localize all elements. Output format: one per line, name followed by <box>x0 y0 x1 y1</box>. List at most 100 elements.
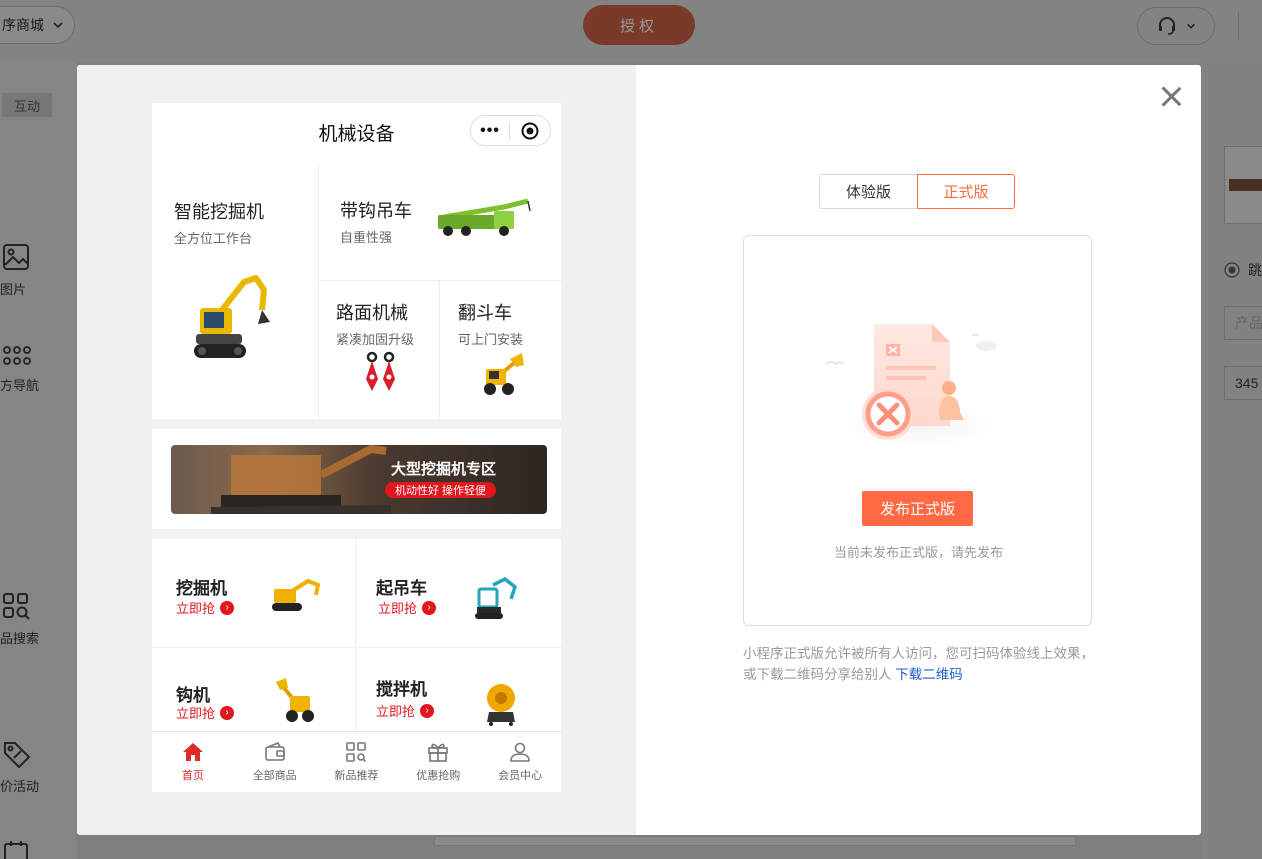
publish-modal: 机械设备 ••• 智能挖掘机 全方位工作台 带钩吊车 自重性强 路面机械 紧凑加… <box>77 65 1201 835</box>
publish-release-button[interactable]: 发布正式版 <box>862 491 973 526</box>
crane-truck-image <box>438 198 531 236</box>
banner-section: 大型挖掘机专区 机动性好 操作轻便 <box>152 429 561 529</box>
product-cell-crane[interactable]: 起吊车 立即抢 › <box>357 539 561 648</box>
header-divider <box>1238 12 1239 40</box>
banner-title: 大型挖掘机专区 <box>391 460 497 478</box>
category-title: 智能挖掘机 <box>174 202 264 222</box>
sidebar-tag[interactable]: 互动 <box>2 93 52 117</box>
tab-deals[interactable]: 优惠抢购 <box>397 732 479 792</box>
tab-home[interactable]: 首页 <box>152 732 234 792</box>
chevron-right-icon: › <box>420 703 435 718</box>
grid-search-icon <box>346 741 367 762</box>
download-qr-link[interactable]: 下载二维码 <box>895 667 963 682</box>
tab-label: 首页 <box>181 769 204 782</box>
product-excavator-image <box>272 578 321 611</box>
store-switcher-label: 序商城 <box>2 17 44 33</box>
product-title: 搅拌机 <box>376 680 427 699</box>
product-cell-excavator[interactable]: 挖掘机 立即抢 › <box>152 539 356 648</box>
loader-image <box>484 353 524 395</box>
empty-hint: 当前未发布正式版，请先发布 <box>833 545 1003 560</box>
product-title: 挖掘机 <box>176 579 227 598</box>
grid-dots-icon <box>3 346 31 365</box>
sidebar-item-search[interactable]: 品搜索 <box>0 592 77 647</box>
tab-trial-version[interactable]: 体验版 <box>819 174 917 209</box>
tab-new-arrivals[interactable]: 新品推荐 <box>316 732 398 792</box>
category-subtitle: 紧凑加固升级 <box>336 332 415 347</box>
product-mini-excavator-image <box>475 576 518 619</box>
home-icon <box>182 742 203 761</box>
tab-label: 优惠抢购 <box>416 769 461 782</box>
chevron-down-icon <box>53 22 63 29</box>
capsule-menu[interactable]: ••• <box>470 115 551 146</box>
sidebar-item-nav[interactable]: 方导航 <box>0 345 77 394</box>
settings-panel-bg: 跳 产品 345 <box>1201 62 1262 859</box>
category-subtitle: 自重性强 <box>340 230 393 245</box>
calendar-icon <box>4 841 28 859</box>
empty-state-illustration <box>814 324 1024 456</box>
preview-pane: 机械设备 ••• 智能挖掘机 全方位工作台 带钩吊车 自重性强 路面机械 紧凑加… <box>77 65 636 835</box>
qr-code-box: 发布正式版 当前未发布正式版，请先发布 <box>743 235 1092 626</box>
jump-radio[interactable]: 跳 <box>1224 260 1262 280</box>
category-title: 带钩吊车 <box>340 201 412 221</box>
thumbnail-card[interactable] <box>1224 146 1262 224</box>
tab-label: 新品推荐 <box>334 769 379 782</box>
support-menu[interactable] <box>1137 7 1215 45</box>
close-target-icon[interactable] <box>510 122 550 140</box>
wallet-icon <box>264 741 285 761</box>
sidebar-item-more[interactable] <box>0 840 77 859</box>
category-cell-dump[interactable]: 翻斗车 可上门安装 <box>440 281 561 419</box>
canvas-bottom <box>434 836 1076 846</box>
excavator-banner[interactable]: 大型挖掘机专区 机动性好 操作轻便 <box>171 445 547 514</box>
sidebar-item-label: 图片 <box>0 282 27 297</box>
buy-now-link[interactable]: 立即抢 › <box>176 598 235 617</box>
product-loader-image <box>276 678 314 722</box>
image-icon <box>3 244 29 270</box>
chevron-down-icon <box>1187 23 1195 29</box>
tab-all-products[interactable]: 全部商品 <box>234 732 316 792</box>
user-icon <box>510 742 530 762</box>
chevron-right-icon: › <box>220 705 235 720</box>
category-cell-road[interactable]: 路面机械 紧凑加固升级 <box>319 281 440 419</box>
number-field[interactable]: 345 <box>1224 366 1262 400</box>
sidebar-item-promo[interactable]: 价活动 <box>0 740 77 795</box>
excavator-image <box>194 275 270 358</box>
sidebar-item-label: 价活动 <box>0 779 40 794</box>
tab-label: 会员中心 <box>498 769 543 782</box>
category-title: 路面机械 <box>336 303 408 323</box>
category-subtitle: 可上门安装 <box>458 332 524 347</box>
headset-icon <box>1159 17 1175 35</box>
version-tabs: 体验版 正式版 <box>819 174 1015 209</box>
sidebar-item-label: 方导航 <box>0 378 40 393</box>
more-icon[interactable]: ••• <box>471 122 509 140</box>
tab-release-version[interactable]: 正式版 <box>917 174 1015 209</box>
tab-bar: 首页 全部商品 新品推荐 优惠抢购 会员中心 <box>152 731 561 792</box>
pulley-hook-image <box>366 351 395 391</box>
product-title: 起吊车 <box>376 579 427 598</box>
sidebar-item-image[interactable]: 图片 <box>0 243 77 298</box>
buy-now-link[interactable]: 立即抢 › <box>176 703 235 722</box>
phone-preview: 机械设备 ••• 智能挖掘机 全方位工作台 带钩吊车 自重性强 路面机械 紧凑加… <box>152 103 561 792</box>
tab-member-center[interactable]: 会员中心 <box>479 732 561 792</box>
tag-icon <box>4 742 31 768</box>
search-grid-icon <box>3 593 30 620</box>
authorize-button[interactable]: 授权 <box>583 5 695 45</box>
radio-icon <box>1224 262 1240 278</box>
gift-icon <box>428 743 449 762</box>
chevron-right-icon: › <box>422 600 437 615</box>
tab-label: 全部商品 <box>252 769 297 782</box>
category-title: 翻斗车 <box>458 303 512 323</box>
sidebar-item-label: 品搜索 <box>0 631 40 646</box>
chevron-right-icon: › <box>220 600 235 615</box>
buy-now-link[interactable]: 立即抢 › <box>376 701 435 720</box>
mini-program-nav: 机械设备 ••• <box>152 103 561 165</box>
category-cell-crane[interactable]: 带钩吊车 自重性强 <box>319 165 561 281</box>
banner-tagline: 机动性好 操作轻便 <box>385 482 497 498</box>
close-icon[interactable] <box>1160 85 1182 107</box>
release-description: 小程序正式版允许被所有人访问，您可扫码体验线上效果，或下载二维码分享给别人 下载… <box>743 643 1095 685</box>
category-cell-excavator[interactable]: 智能挖掘机 全方位工作台 <box>152 165 319 419</box>
banner-excavator-image <box>211 445 391 514</box>
buy-now-link[interactable]: 立即抢 › <box>378 598 437 617</box>
store-switcher[interactable]: 序商城 <box>0 6 75 44</box>
jump-radio-label: 跳 <box>1248 262 1262 278</box>
product-field[interactable]: 产品 <box>1224 306 1262 340</box>
